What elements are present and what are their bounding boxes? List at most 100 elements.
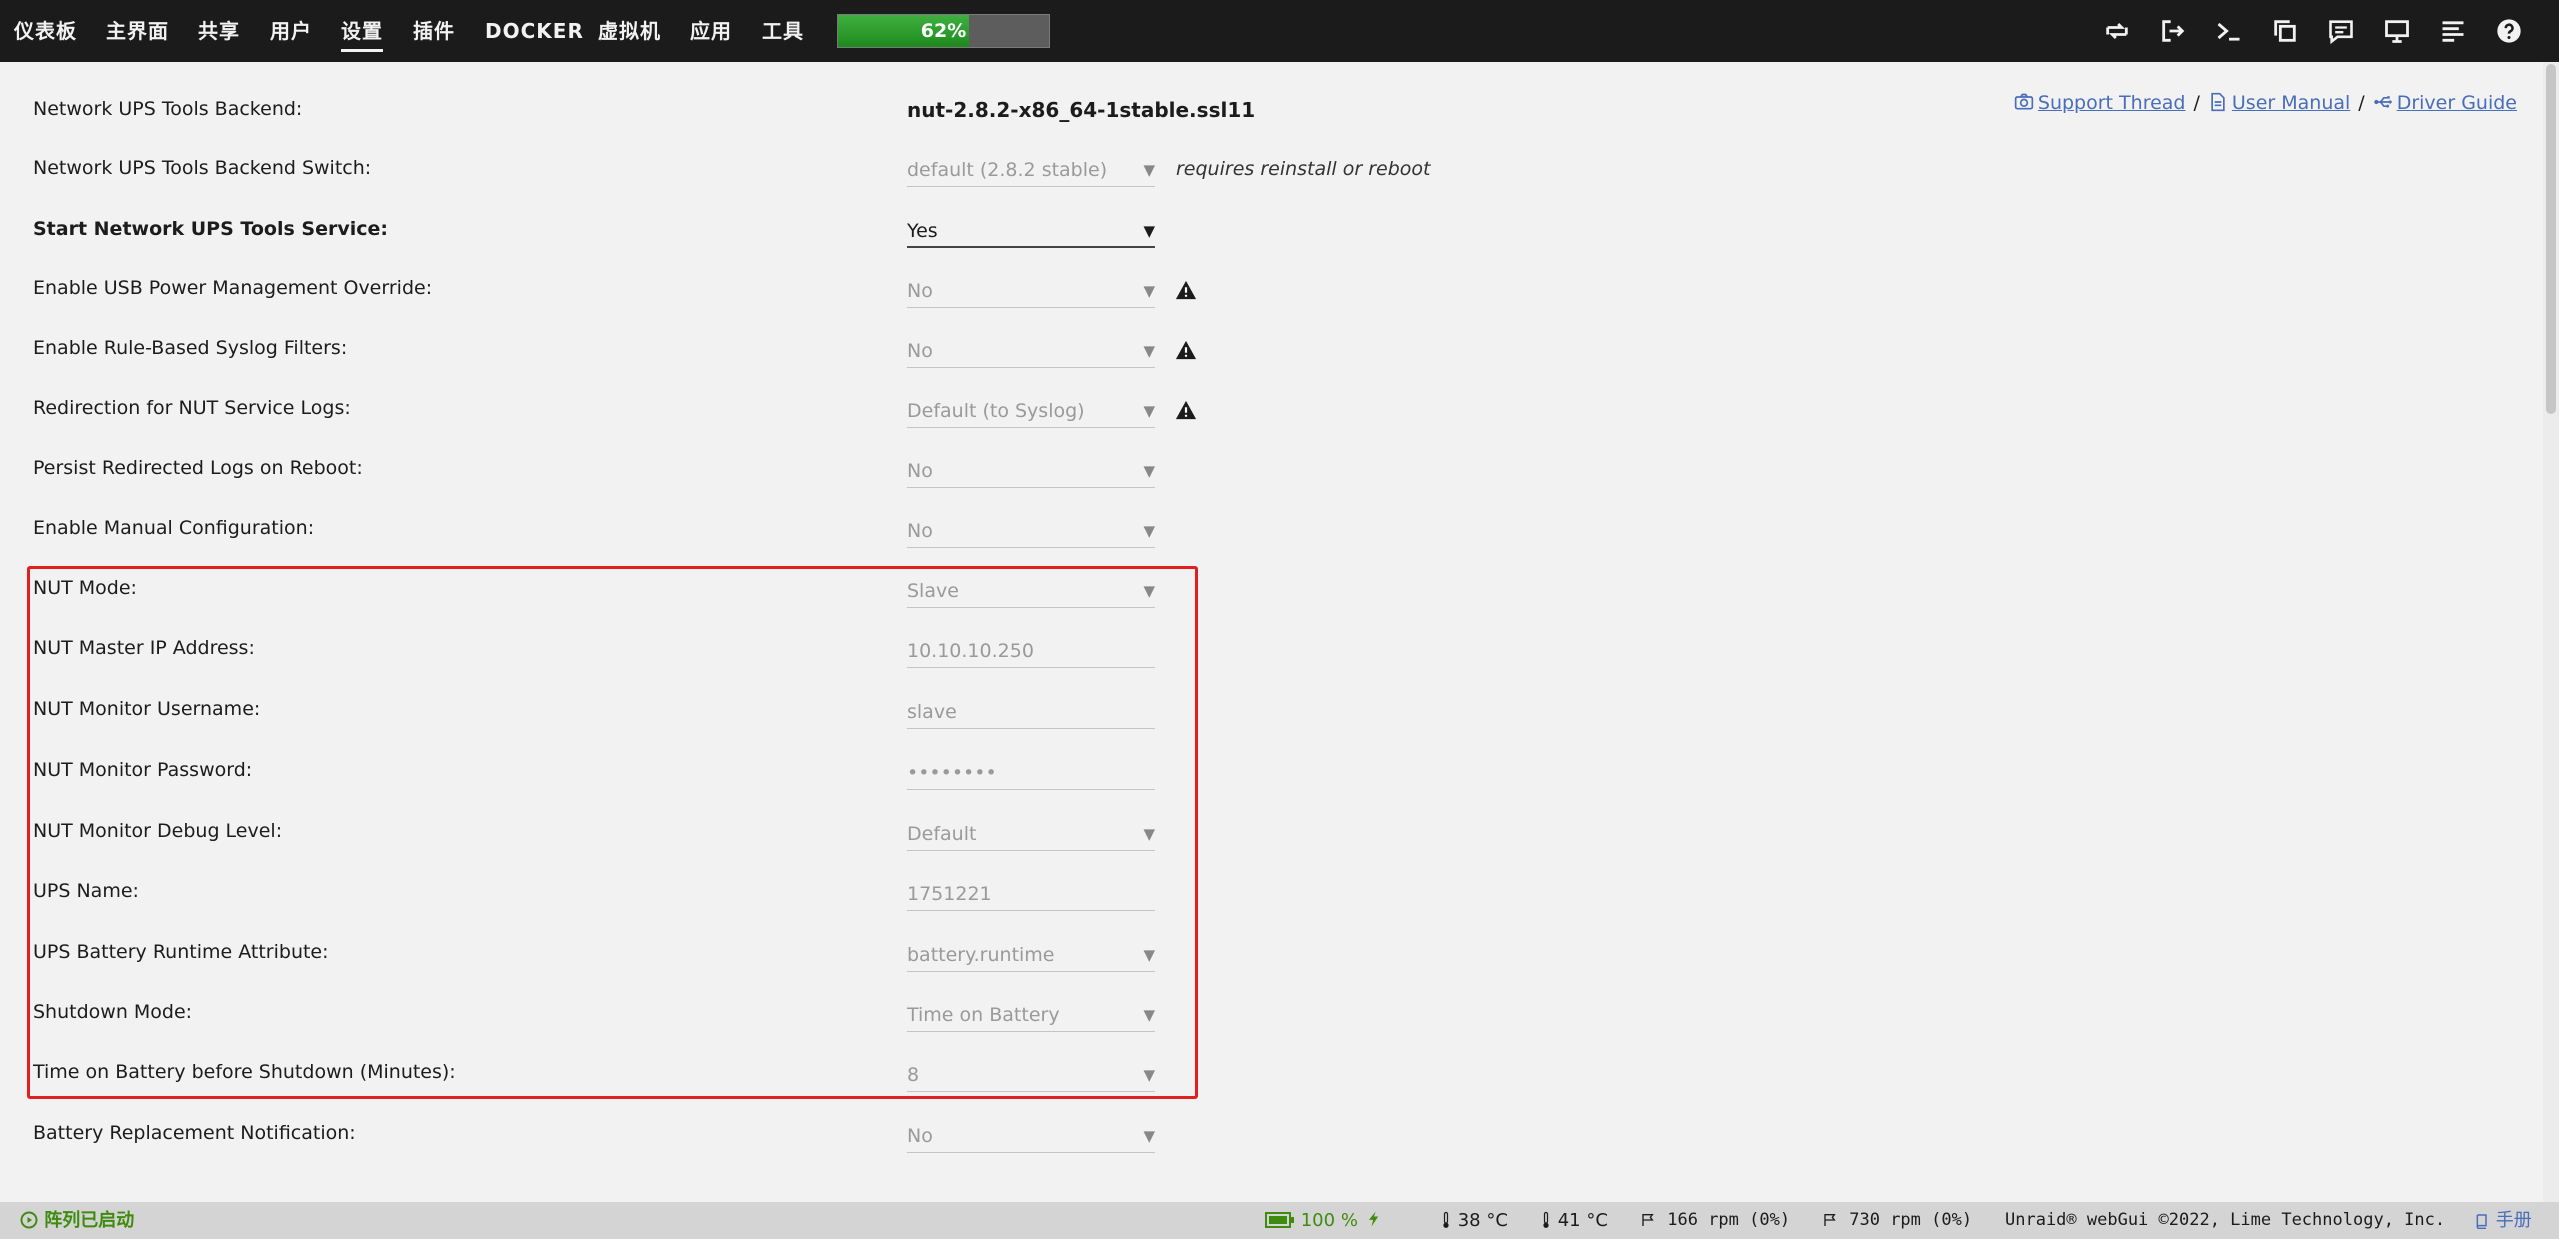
fan-icon [1642,1214,1654,1226]
link-separator: / [2358,92,2365,114]
ups-name-label: UPS Name: [33,880,139,902]
runtime-attr-label: UPS Battery Runtime Attribute: [33,941,329,963]
link-separator: / [2193,92,2200,114]
backend-switch-label: Network UPS Tools Backend Switch: [33,157,372,179]
ups-name-input[interactable]: 1751221 [907,877,1155,911]
caret-down-icon: ▼ [1143,342,1155,360]
warning-icon [1175,279,1197,301]
manual-config-value: No [907,520,933,542]
scrollbar-thumb[interactable] [2546,64,2556,414]
battery-icon [1265,1212,1294,1228]
warning-icon [1175,399,1197,421]
ups-battery-status[interactable]: 100 % [1265,1202,1384,1239]
copy-icon[interactable] [2271,17,2299,45]
nut-mode-value: Slave [907,580,959,602]
array-status[interactable]: 阵列已启动 [20,1202,134,1239]
copyright: Unraid® webGui ©2022, Lime Technology, I… [2005,1210,2446,1230]
caret-down-icon: ▼ [1143,946,1155,964]
runtime-attr-select[interactable]: battery.runtime ▼ [907,938,1155,972]
status-footer: 阵列已启动 100 % 38 °C 41 °C 166 rpm (0%) 730… [0,1202,2559,1239]
monitor-username-label: NUT Monitor Username: [33,698,261,720]
mb-temp-value: 41 °C [1557,1210,1608,1231]
battery-replace-label: Battery Replacement Notification: [33,1122,356,1144]
nav-shares[interactable]: 共享 [198,0,240,62]
cpu-temp: 38 °C [1440,1202,1508,1239]
caret-down-icon: ▼ [1143,1006,1155,1024]
master-ip-label: NUT Master IP Address: [33,637,255,659]
usb-override-select[interactable]: No ▼ [907,274,1155,308]
battery-replace-value: No [907,1125,933,1147]
cpu-load-bar: 62% [837,14,1050,48]
caret-down-icon: ▼ [1143,222,1155,240]
fan2-value: 730 rpm (0%) [1849,1210,1973,1230]
nut-mode-label: NUT Mode: [33,577,137,599]
nav-tools[interactable]: 工具 [762,0,804,62]
manual-link[interactable]: 手册 [2474,1202,2532,1239]
manual-config-select[interactable]: No ▼ [907,514,1155,548]
manual-link-text: 手册 [2495,1210,2532,1231]
cpu-temp-value: 38 °C [1457,1210,1508,1231]
page-scrollbar[interactable] [2543,62,2559,1202]
usb-override-value: No [907,280,933,302]
document-icon [2208,92,2228,112]
fan1-value: 166 rpm (0%) [1667,1210,1791,1230]
backend-switch-value: default (2.8.2 stable) [907,159,1108,181]
caret-down-icon: ▼ [1143,402,1155,420]
log-redirect-select[interactable]: Default (to Syslog) ▼ [907,394,1155,428]
nav-settings[interactable]: 设置 [341,0,383,62]
battery-replace-select[interactable]: No ▼ [907,1119,1155,1153]
logout-icon[interactable] [2159,17,2187,45]
monitor-username-input[interactable]: slave [907,695,1155,729]
terminal-icon[interactable] [2215,17,2243,45]
switch-icon[interactable] [2103,17,2131,45]
master-ip-input[interactable]: 10.10.10.250 [907,634,1155,668]
backend-switch-select[interactable]: default (2.8.2 stable) ▼ [907,153,1155,187]
log-icon[interactable] [2439,17,2467,45]
runtime-attr-value: battery.runtime [907,944,1055,966]
help-icon[interactable] [2495,17,2523,45]
shutdown-mode-label: Shutdown Mode: [33,1001,193,1023]
log-redirect-label: Redirection for NUT Service Logs: [33,397,351,419]
monitor-icon[interactable] [2383,17,2411,45]
time-on-battery-select[interactable]: 8 ▼ [907,1058,1155,1092]
syslog-filters-value: No [907,340,933,362]
caret-down-icon: ▼ [1143,1066,1155,1084]
nav-apps[interactable]: 应用 [690,0,732,62]
syslog-filters-label: Enable Rule-Based Syslog Filters: [33,337,348,359]
caret-down-icon: ▼ [1143,522,1155,540]
nav-plugins[interactable]: 插件 [413,0,455,62]
persist-logs-label: Persist Redirected Logs on Reboot: [33,457,363,479]
usb-override-label: Enable USB Power Management Override: [33,277,433,299]
time-on-battery-value: 8 [907,1064,920,1086]
syslog-filters-select[interactable]: No ▼ [907,334,1155,368]
nav-dashboard[interactable]: 仪表板 [14,0,77,62]
caret-down-icon: ▼ [1143,282,1155,300]
caret-down-icon: ▼ [1143,825,1155,843]
nut-mode-select[interactable]: Slave ▼ [907,574,1155,608]
nav-vms[interactable]: 虚拟机 [598,0,661,62]
start-service-select[interactable]: Yes ▼ [907,214,1155,248]
caret-down-icon: ▼ [1143,462,1155,480]
shutdown-mode-select[interactable]: Time on Battery ▼ [907,998,1155,1032]
array-status-text: 阵列已启动 [44,1210,135,1231]
feedback-icon[interactable] [2327,17,2355,45]
thermometer-icon [1443,1211,1449,1228]
monitor-password-input[interactable]: •••••••• [907,756,1155,790]
monitor-password-label: NUT Monitor Password: [33,759,253,781]
start-service-value: Yes [907,220,938,242]
backend-switch-note: requires reinstall or reboot [1176,158,1431,180]
nav-main[interactable]: 主界面 [106,0,169,62]
debug-level-select[interactable]: Default ▼ [907,817,1155,851]
monitor-password-value: •••••••• [907,762,997,784]
user-manual-link[interactable]: User Manual [2232,92,2350,114]
persist-logs-value: No [907,460,933,482]
nav-users[interactable]: 用户 [270,0,312,62]
nav-docker[interactable]: DOCKER [485,0,584,62]
plug-icon [1368,1211,1378,1227]
help-links: Support Thread / User Manual / Driver Guid… [2014,92,2517,114]
support-thread-link[interactable]: Support Thread [2038,92,2186,114]
persist-logs-select[interactable]: No ▼ [907,454,1155,488]
driver-guide-link[interactable]: Driver Guide [2397,92,2517,114]
top-navigation-bar: 仪表板 主界面 共享 用户 设置 插件 DOCKER 虚拟机 应用 工具 62% [0,0,2559,62]
book-icon [2476,1214,2487,1229]
